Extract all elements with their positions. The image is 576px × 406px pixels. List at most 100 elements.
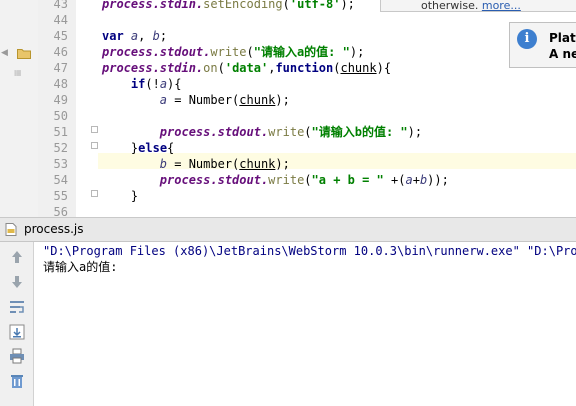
code-token: chunk [239, 157, 276, 171]
line-number: 50 [53, 109, 68, 123]
fold-marker-icon[interactable] [91, 142, 98, 149]
code-line-45[interactable]: var a, b; [102, 28, 576, 44]
code-token: (! [145, 77, 160, 91]
code-line-48[interactable]: if(!a){ [102, 76, 576, 92]
code-token: chunk [340, 61, 377, 75]
more-link[interactable]: more... [482, 0, 521, 11]
code-token: else [138, 141, 168, 155]
code-token: ); [275, 93, 290, 107]
code-token: +( [383, 173, 406, 187]
code-token: setEncoding [203, 0, 283, 11]
code-line-51[interactable]: process.stdout.write("请输入b的值: "); [102, 124, 576, 140]
code-token: ); [275, 157, 290, 171]
fold-column [76, 0, 98, 218]
code-token: 'utf-8' [289, 0, 341, 11]
code-line-49[interactable]: a = Number(chunk); [102, 92, 576, 108]
line-number: 46 [53, 45, 68, 59]
code-line-53[interactable]: b = Number(chunk); [102, 156, 576, 172]
code-token: a [159, 93, 168, 107]
print-icon[interactable] [9, 348, 25, 364]
code-token: process [102, 0, 153, 11]
code-line-52[interactable]: }else{ [102, 140, 576, 156]
code-token: ); [340, 0, 355, 11]
code-token: a [405, 173, 413, 187]
scroll-to-end-icon[interactable] [9, 324, 25, 340]
run-tab-label[interactable]: process.js [24, 222, 84, 236]
code-token: "a + b = " [311, 173, 384, 187]
js-file-icon [5, 223, 17, 236]
line-number: 44 [53, 13, 68, 27]
code-token: process [102, 45, 153, 59]
code-token: b [152, 29, 160, 43]
line-number: 47 [53, 61, 68, 75]
code-token: ); [349, 45, 365, 59]
project-strip: ◀ ▦ [0, 0, 39, 218]
code-token: b [159, 157, 168, 171]
code-token: ); [407, 125, 423, 139]
line-number: 45 [53, 29, 68, 43]
code-token: } [130, 189, 139, 203]
fold-marker-icon[interactable] [91, 126, 98, 133]
line-number: 43 [53, 0, 68, 11]
console-line: 请输入a的值: [43, 260, 118, 274]
collapse-arrow-icon[interactable]: ◀ [1, 48, 8, 58]
code-token: ){ [167, 77, 182, 91]
code-token: 'data' [224, 61, 269, 75]
code-token: process [102, 61, 153, 75]
info-icon: i [517, 29, 537, 49]
code-line-54[interactable]: process.stdout.write("a + b = " +(a+b)); [102, 172, 576, 188]
code-token: )); [427, 173, 449, 187]
code-token: ( [304, 125, 312, 139]
line-number: 48 [53, 77, 68, 91]
code-line-55[interactable]: } [102, 188, 576, 204]
code-token: "请输入b的值: " [311, 125, 408, 139]
console-line: "D:\Program Files (x86)\JetBrains\WebSto… [43, 244, 576, 258]
notification-balloon-info[interactable]: i Plat A ne [509, 22, 576, 68]
line-number: 51 [53, 125, 68, 139]
code-token: = Number( [167, 157, 240, 171]
code-token: + [412, 173, 420, 187]
notification-text: otherwise. [421, 0, 482, 12]
notification-title: Plat [549, 31, 576, 45]
line-number: 49 [53, 93, 68, 107]
code-token: , [138, 29, 153, 43]
code-token: process [159, 173, 211, 187]
notification-text: A ne [549, 47, 576, 61]
code-token: ( [282, 0, 290, 11]
code-token: var [102, 29, 124, 43]
console-output[interactable]: "D:\Program Files (x86)\JetBrains\WebSto… [35, 242, 576, 406]
trash-icon[interactable] [9, 373, 25, 389]
arrow-up-icon[interactable] [9, 249, 25, 265]
code-token: chunk [239, 93, 276, 107]
code-token: if [130, 77, 146, 91]
notification-balloon-top: otherwise. more... [380, 0, 576, 12]
fold-marker-icon[interactable] [91, 190, 98, 197]
code-token: ; [159, 29, 168, 43]
code-token: = Number( [167, 93, 240, 107]
code-token: { [167, 141, 175, 155]
code-token: .stdout. [152, 45, 211, 59]
line-number-gutter: 43 44 45 46 47 48 49 50 51 52 53 54 55 5… [38, 0, 77, 219]
code-token: .stdin. [152, 61, 204, 75]
tree-marker-icon: ▦ [14, 68, 22, 77]
code-token: on [203, 61, 218, 75]
code-token: function [275, 61, 334, 75]
code-token: write [210, 45, 247, 59]
line-number: 54 [53, 173, 68, 187]
folder-icon[interactable] [17, 48, 31, 59]
soft-wrap-icon[interactable] [9, 299, 25, 315]
code-line-47[interactable]: process.stdin.on('data',function(chunk){ [102, 60, 576, 76]
run-toolbar [0, 242, 34, 406]
code-token: ( [217, 61, 225, 75]
line-number: 53 [53, 157, 68, 171]
code-line-46[interactable]: process.stdout.write("请输入a的值: "); [102, 44, 576, 60]
arrow-down-icon[interactable] [9, 274, 25, 290]
line-number: 52 [53, 141, 68, 155]
